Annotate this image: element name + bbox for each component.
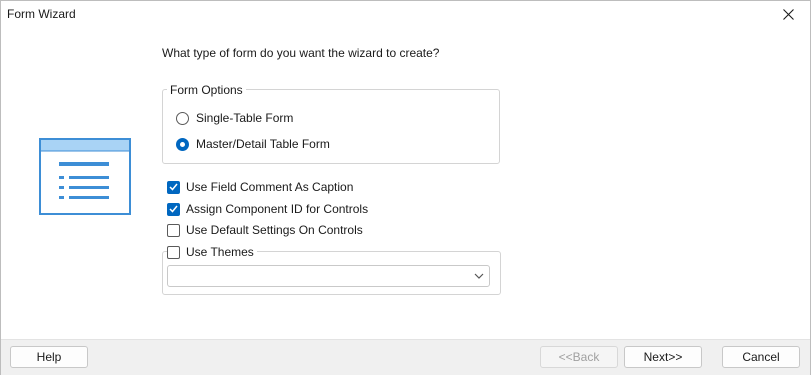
- footer-bar: Help <<Back Next>> Cancel: [1, 339, 810, 375]
- help-button[interactable]: Help: [10, 346, 88, 368]
- close-icon: [782, 8, 794, 20]
- radio-label: Master/Detail Table Form: [196, 137, 330, 151]
- wizard-question: What type of form do you want the wizard…: [162, 46, 440, 60]
- radio-single-table[interactable]: Single-Table Form: [176, 111, 293, 125]
- form-options-group: [162, 89, 500, 164]
- title-bar: Form Wizard: [1, 1, 810, 27]
- window-title: Form Wizard: [7, 7, 76, 21]
- close-button[interactable]: [766, 1, 810, 27]
- form-illustration-icon: [39, 138, 131, 215]
- checkbox[interactable]: [167, 245, 180, 259]
- radio-button[interactable]: [176, 137, 189, 151]
- checkbox-label: Use Field Comment As Caption: [186, 180, 354, 194]
- checkbox-use-themes[interactable]: Use Themes: [167, 245, 257, 259]
- next-button[interactable]: Next>>: [624, 346, 702, 368]
- form-wizard-window: Form Wizard What type of form do you wan…: [0, 0, 811, 375]
- checkbox-field-comment-caption[interactable]: Use Field Comment As Caption: [167, 180, 353, 194]
- radio-label: Single-Table Form: [196, 111, 294, 125]
- checkbox-assign-component-id[interactable]: Assign Component ID for Controls: [167, 202, 368, 216]
- checkbox-label: Use Default Settings On Controls: [186, 223, 363, 237]
- radio-button[interactable]: [176, 111, 189, 125]
- checkmark-icon: [169, 205, 178, 213]
- chevron-down-icon: [474, 273, 484, 279]
- form-options-legend: Form Options: [167, 83, 246, 97]
- checkbox[interactable]: [167, 202, 180, 216]
- checkmark-icon: [169, 183, 178, 191]
- checkbox-label: Use Themes: [186, 245, 254, 259]
- cancel-button[interactable]: Cancel: [722, 346, 800, 368]
- radio-master-detail[interactable]: Master/Detail Table Form: [176, 137, 330, 151]
- checkbox-default-settings[interactable]: Use Default Settings On Controls: [167, 223, 363, 237]
- back-button[interactable]: <<Back: [540, 346, 618, 368]
- checkbox[interactable]: [167, 223, 180, 237]
- checkbox[interactable]: [167, 180, 180, 194]
- themes-dropdown[interactable]: [167, 265, 490, 287]
- checkbox-label: Assign Component ID for Controls: [186, 202, 369, 216]
